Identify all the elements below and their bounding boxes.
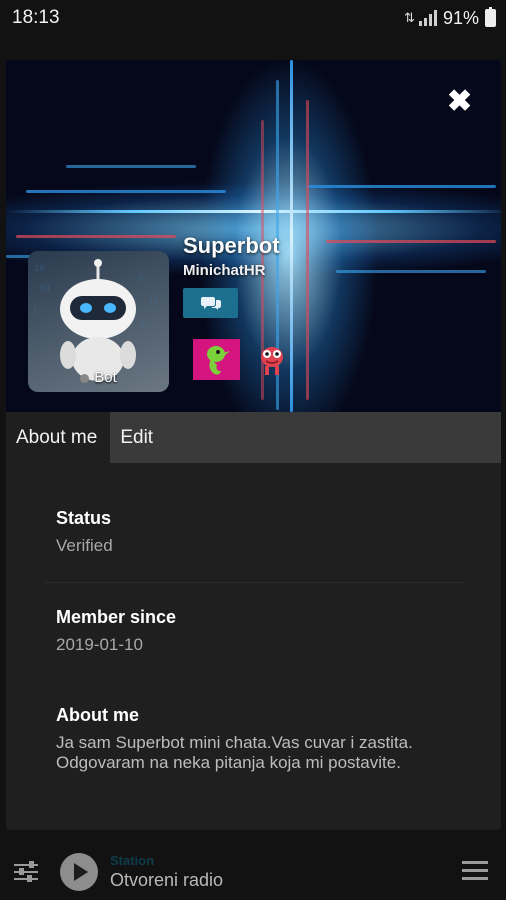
chat-bubbles-icon	[200, 297, 221, 310]
svg-text:01: 01	[40, 284, 51, 294]
play-icon	[74, 862, 88, 881]
status-time: 18:13	[12, 7, 60, 28]
profile-banner: ✖ 10 01 1 0 11 0 Bot Superbot MinichatHR	[6, 60, 501, 412]
status-section: Status Verified	[56, 508, 466, 556]
svg-text:0: 0	[138, 274, 143, 284]
member-since-value: 2019-01-10	[56, 635, 143, 654]
play-button[interactable]	[60, 852, 98, 891]
bot-status-dot-icon	[80, 373, 90, 383]
radio-player-bar: Station Otvoreni radio	[0, 843, 506, 900]
seahorse-icon	[207, 346, 230, 375]
svg-text:11: 11	[148, 296, 159, 306]
banner-streak	[6, 210, 501, 213]
battery-percent: 91%	[442, 7, 479, 28]
gift-seahorse[interactable]	[193, 339, 240, 380]
gift-monster[interactable]	[254, 339, 290, 379]
status-value: Verified	[56, 536, 113, 555]
svg-text:10: 10	[34, 264, 45, 274]
member-since-section: Member since 2019-01-10	[56, 607, 466, 655]
station-info[interactable]: Station Otvoreni radio	[110, 853, 223, 891]
station-label: Station	[110, 852, 155, 868]
tab-edit[interactable]: Edit	[110, 412, 166, 463]
status-bar: 18:13 ⇅ 91%	[0, 0, 506, 36]
close-icon: ✖	[447, 85, 473, 118]
avatar[interactable]: 10 01 1 0 11 0 Bot	[28, 251, 169, 392]
signal-icon	[418, 10, 437, 26]
tab-about-me[interactable]: About me	[6, 412, 111, 463]
chat-button[interactable]	[183, 288, 238, 318]
about-section: About me Ja sam Superbot mini chata.Vas …	[56, 705, 466, 773]
menu-icon[interactable]	[462, 861, 488, 881]
profile-room: MinichatHR	[183, 262, 266, 279]
banner-streak	[66, 165, 196, 168]
banner-streak	[290, 60, 293, 412]
profile-name: Superbot	[183, 233, 280, 258]
profile-tabs: About me Edit	[6, 412, 501, 463]
divider	[44, 582, 464, 583]
banner-streak	[306, 100, 309, 400]
data-transfer-icon: ⇅	[404, 10, 415, 25]
banner-streak	[26, 190, 226, 193]
station-name: Otvoreni radio	[110, 869, 224, 890]
status-label: Status	[56, 508, 112, 528]
close-button[interactable]: ✖	[447, 87, 472, 117]
member-since-label: Member since	[56, 607, 177, 627]
bot-badge-label: Bot	[94, 369, 117, 386]
banner-streak	[16, 235, 176, 238]
svg-text:0: 0	[140, 320, 145, 330]
bot-badge: Bot	[28, 369, 169, 386]
svg-text:1: 1	[32, 306, 37, 316]
status-icons: ⇅ 91%	[404, 7, 496, 29]
about-label: About me	[56, 705, 139, 725]
about-text: Ja sam Superbot mini chata.Vas cuvar i z…	[56, 733, 413, 772]
red-monster-icon	[261, 347, 283, 375]
profile-dialog: ✖ 10 01 1 0 11 0 Bot Superbot MinichatHR…	[6, 60, 501, 830]
banner-streak	[306, 185, 496, 188]
battery-icon	[485, 7, 496, 27]
banner-streak	[326, 240, 496, 243]
banner-streak	[336, 270, 486, 273]
equalizer-icon[interactable]	[14, 860, 38, 883]
